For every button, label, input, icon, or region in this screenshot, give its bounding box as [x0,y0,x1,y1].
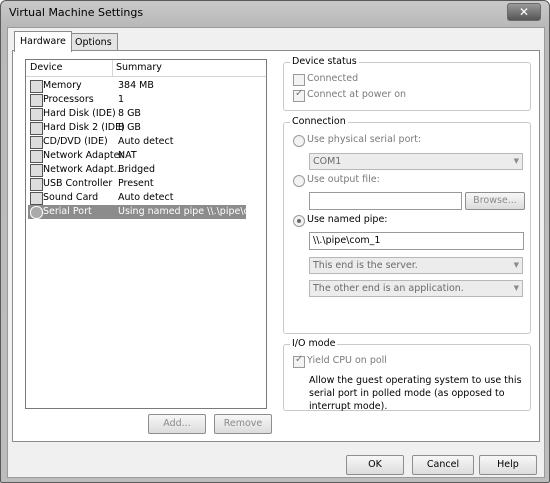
connected-checkbox[interactable] [293,74,305,86]
yield-cpu-label[interactable]: Yield CPU on poll [307,355,387,366]
output-file-label[interactable]: Use output file: [307,174,380,185]
io-mode-description: Allow the guest operating system to use … [309,375,522,412]
tab-hardware[interactable]: Hardware [14,31,72,52]
device-name: Sound Card [43,192,99,203]
device-summary: Bridged [118,164,155,175]
title-bar[interactable]: Virtual Machine Settings ✕ [1,1,549,25]
io-mode-group: I/O mode Yield CPU on poll Allow the gue… [283,338,531,412]
device-name: Network Adapter [43,150,124,161]
other-end-value: The other end is an application. [313,283,464,294]
device-row[interactable]: Processors 1 [28,93,246,107]
cancel-button[interactable]: Cancel [412,455,474,475]
device-summary: 8 GB [118,108,141,119]
column-separator[interactable] [112,60,113,76]
io-mode-title: I/O mode [290,338,338,349]
device-name: Network Adapt... [43,164,123,175]
device-row[interactable]: Sound Card Auto detect [28,191,246,205]
device-row[interactable]: Memory 384 MB [28,79,246,93]
device-summary: Using named pipe \\.\pipe\co... [118,206,246,217]
device-name: Processors [43,94,94,105]
connected-label[interactable]: Connected [307,73,358,84]
other-end-select[interactable]: The other end is an application. ▼ [309,280,523,297]
device-list-header: Device Summary [26,60,266,77]
device-status-title: Device status [290,56,359,67]
add-button[interactable]: Add... [148,414,206,434]
device-row[interactable]: Network Adapt... Bridged [28,163,246,177]
memory-icon [30,80,43,93]
physical-port-value: COM1 [313,156,342,167]
serial-port-icon [30,206,43,219]
dialog-client: Hardware Options Device Summary Memory 38… [7,27,545,478]
sound-card-icon [30,192,43,205]
cd-dvd-icon [30,136,43,149]
pipe-end-value: This end is the server. [313,260,418,271]
named-pipe-input[interactable]: \\.\pipe\com_1 [309,232,524,250]
device-summary: 8 GB [118,122,141,133]
named-pipe-label[interactable]: Use named pipe: [307,214,388,225]
device-summary: 384 MB [118,80,154,91]
pipe-end-select[interactable]: This end is the server. ▼ [309,257,523,274]
physical-port-select[interactable]: COM1 ▼ [309,153,523,170]
device-row[interactable]: CD/DVD (IDE) Auto detect [28,135,246,149]
named-pipe-radio[interactable] [293,215,305,227]
processor-icon [30,94,43,107]
device-list[interactable]: Device Summary Memory 384 MB Processors 1 Ha… [25,59,267,409]
device-row[interactable]: Serial Port Using named pipe \\.\pipe\co.… [28,205,246,219]
close-button[interactable]: ✕ [507,3,541,21]
device-status-group: Device status Connected Connect at power… [283,56,531,111]
device-name: Hard Disk 2 (IDE) [43,122,125,133]
device-row[interactable]: Hard Disk 2 (IDE) 8 GB [28,121,246,135]
connection-title: Connection [290,116,348,127]
hardware-panel: Device Summary Memory 384 MB Processors 1 Ha… [12,50,540,442]
hard-disk-icon [30,108,43,121]
device-summary: NAT [118,150,137,161]
device-summary: Present [118,178,154,189]
connection-group: Connection Use physical serial port: COM… [283,116,531,334]
device-name: Memory [43,80,82,91]
output-file-input[interactable] [309,192,462,210]
physical-serial-port-radio[interactable] [293,135,305,147]
chevron-down-icon: ▼ [513,261,519,269]
tab-options[interactable]: Options [69,33,118,51]
network-adapter-icon [30,150,43,163]
column-device[interactable]: Device [30,62,63,73]
help-button[interactable]: Help [479,455,537,475]
device-row[interactable]: Network Adapter NAT [28,149,246,163]
yield-cpu-checkbox[interactable] [293,354,305,368]
remove-button[interactable]: Remove [214,414,272,434]
device-name: Hard Disk (IDE) [43,108,116,119]
device-row[interactable]: Hard Disk (IDE) 8 GB [28,107,246,121]
chevron-down-icon: ▼ [513,284,519,292]
device-row[interactable]: USB Controller Present [28,177,246,191]
device-name: USB Controller [43,178,113,189]
settings-window: Virtual Machine Settings ✕ Hardware Opti… [0,0,550,483]
connect-at-power-on-label[interactable]: Connect at power on [307,89,406,100]
device-name: Serial Port [43,206,92,217]
chevron-down-icon: ▼ [513,157,519,165]
device-summary: Auto detect [118,136,174,147]
ok-button[interactable]: OK [346,455,404,475]
hard-disk-icon [30,122,43,135]
connect-at-power-on-checkbox[interactable] [293,88,305,102]
device-summary: Auto detect [118,192,174,203]
physical-serial-port-label[interactable]: Use physical serial port: [307,134,421,145]
usb-icon [30,178,43,191]
dialog-footer: OK Cancel Help [8,440,544,477]
window-title: Virtual Machine Settings [9,6,144,19]
network-adapter-icon [30,164,43,177]
browse-button[interactable]: Browse... [465,192,525,210]
column-summary[interactable]: Summary [116,62,162,73]
device-summary: 1 [118,94,125,105]
output-file-radio[interactable] [293,175,305,187]
device-name: CD/DVD (IDE) [43,136,108,147]
